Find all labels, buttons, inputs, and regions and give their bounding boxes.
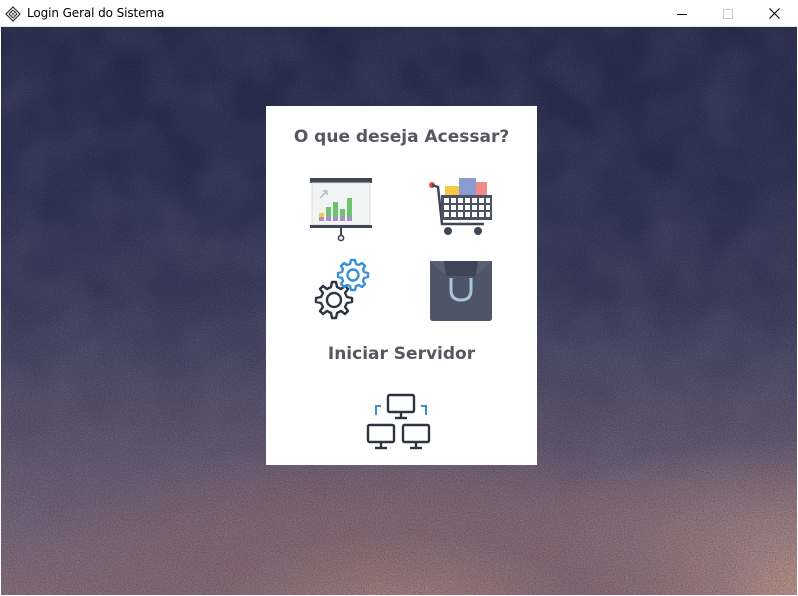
server-heading: Iniciar Servidor — [327, 344, 476, 364]
login-window: Login Geral do Sistema O que deseja Aces… — [0, 0, 798, 596]
app-diamond-icon — [5, 6, 21, 22]
network-computers-icon — [366, 393, 436, 459]
start-server-option[interactable] — [366, 393, 436, 453]
presentation-chart-icon — [306, 178, 376, 246]
access-menu-card: O que deseja Acessar? Iniciar Servidor — [266, 106, 537, 465]
shopping-option[interactable] — [426, 176, 496, 242]
minimize-button[interactable] — [659, 0, 705, 27]
background-area: O que deseja Acessar? Iniciar Servidor — [1, 27, 797, 595]
shopping-bag-icon — [424, 261, 494, 328]
maximize-button[interactable] — [705, 0, 751, 27]
shopping-cart-icon — [426, 178, 496, 246]
close-button[interactable] — [751, 0, 797, 27]
reports-option[interactable] — [306, 176, 376, 242]
settings-option[interactable] — [306, 258, 376, 324]
access-heading: O que deseja Acessar? — [293, 127, 510, 147]
minimize-icon — [677, 4, 687, 23]
window-title: Login Geral do Sistema — [27, 6, 165, 20]
gears-icon — [306, 258, 376, 332]
maximize-icon — [723, 4, 733, 23]
title-bar[interactable]: Login Geral do Sistema — [0, 0, 798, 27]
close-icon — [768, 4, 780, 23]
store-option[interactable] — [424, 258, 494, 324]
